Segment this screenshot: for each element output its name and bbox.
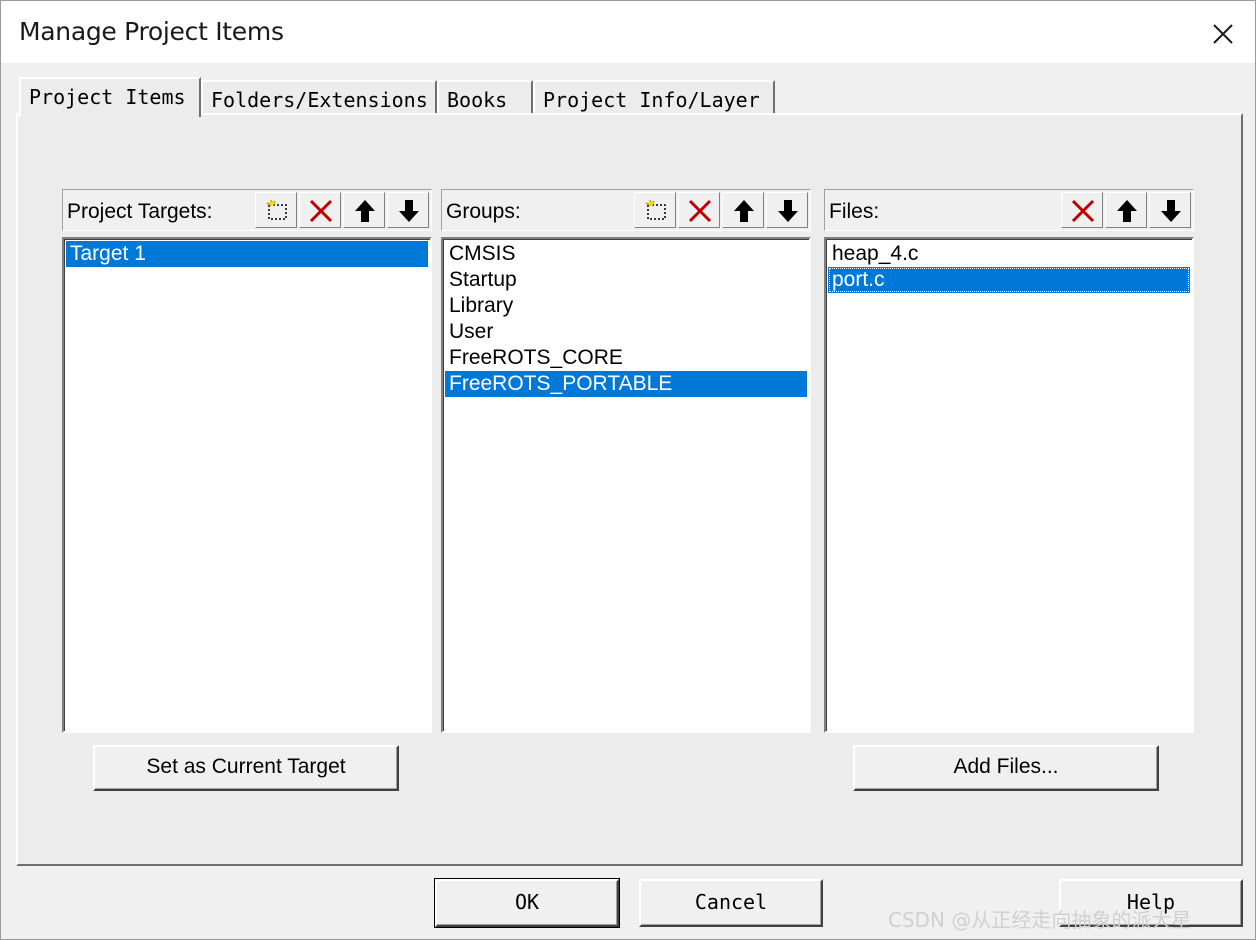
tab-books[interactable]: Books [437,80,533,116]
delete-x-icon [688,199,712,223]
new-item-icon [266,199,287,220]
delete-x-icon [309,199,333,223]
move-target-up-button[interactable] [343,192,385,228]
cancel-button[interactable]: Cancel [639,879,823,927]
tab-label: Folders/Extensions [211,88,428,112]
move-up-arrow-icon [1117,200,1137,222]
close-icon [1213,24,1233,44]
project-targets-label: Project Targets: [67,200,213,223]
list-item[interactable]: FreeROTS_PORTABLE [445,371,807,397]
move-target-down-button[interactable] [387,192,429,228]
groups-label: Groups: [446,200,521,223]
delete-target-button[interactable] [299,192,341,228]
tab-project-info-layer[interactable]: Project Info/Layer [533,80,775,116]
list-item[interactable]: Target 1 [66,241,428,267]
new-item-icon [645,199,666,220]
list-item[interactable]: Library [445,293,807,319]
files-header: Files: [824,189,1194,231]
manage-project-items-dialog: Manage Project Items Project Items Folde… [0,0,1256,940]
watermark: CSDN @从正经走向抽象的派大星 [888,908,1192,932]
list-item[interactable]: FreeROTS_CORE [445,345,807,371]
move-group-down-button[interactable] [766,192,808,228]
title-bar: Manage Project Items [1,1,1255,63]
files-label: Files: [829,200,880,223]
move-group-up-button[interactable] [722,192,764,228]
add-files-button[interactable]: Add Files... [853,745,1159,791]
delete-file-button[interactable] [1061,192,1103,228]
tab-panel: Project Targets: Target 1 Groups: CMSIS … [16,113,1243,866]
move-down-arrow-icon [399,200,419,222]
list-item[interactable]: port.c [828,267,1190,293]
tab-label: Project Items [29,85,186,109]
groups-header: Groups: [441,189,811,231]
tab-label: Books [447,88,508,112]
groups-list[interactable]: CMSIS Startup Library User FreeROTS_CORE… [441,237,811,733]
move-down-arrow-icon [778,200,798,222]
move-file-down-button[interactable] [1149,192,1191,228]
list-item[interactable]: Startup [445,267,807,293]
delete-group-button[interactable] [678,192,720,228]
dialog-title: Manage Project Items [19,17,284,46]
list-item[interactable]: User [445,319,807,345]
project-targets-header: Project Targets: [62,189,432,231]
close-button[interactable] [1197,13,1247,53]
project-targets-list[interactable]: Target 1 [62,237,432,733]
files-list[interactable]: heap_4.c port.c [824,237,1194,733]
move-up-arrow-icon [355,200,375,222]
tab-folders-extensions[interactable]: Folders/Extensions [201,80,437,116]
list-item[interactable]: CMSIS [445,241,807,267]
set-as-current-target-button[interactable]: Set as Current Target [93,745,399,791]
ok-button[interactable]: OK [434,878,620,928]
move-file-up-button[interactable] [1105,192,1147,228]
new-group-button[interactable] [634,192,676,228]
move-down-arrow-icon [1161,200,1181,222]
list-item[interactable]: heap_4.c [828,241,1190,267]
new-target-button[interactable] [255,192,297,228]
delete-x-icon [1071,199,1095,223]
tab-project-items[interactable]: Project Items [19,77,201,117]
move-up-arrow-icon [734,200,754,222]
tab-label: Project Info/Layer [543,88,760,112]
